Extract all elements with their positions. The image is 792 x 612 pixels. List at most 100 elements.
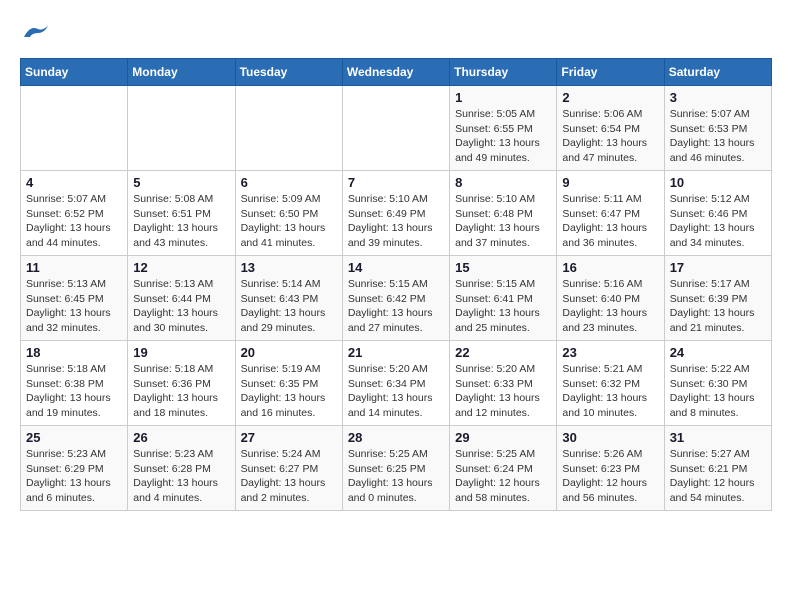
day-number: 5: [133, 175, 229, 190]
calendar-cell: [21, 86, 128, 171]
day-number: 29: [455, 430, 551, 445]
calendar-cell: 20 Sunrise: 5:19 AM Sunset: 6:35 PM Dayli…: [235, 341, 342, 426]
calendar-body: 1 Sunrise: 5:05 AM Sunset: 6:55 PM Daylig…: [21, 86, 772, 511]
calendar-cell: 6 Sunrise: 5:09 AM Sunset: 6:50 PM Daylig…: [235, 171, 342, 256]
day-number: 1: [455, 90, 551, 105]
calendar-cell: 16Sunrise: 5:16 AM Sunset: 6:40 PM Dayli…: [557, 256, 664, 341]
day-number: 20: [241, 345, 337, 360]
day-info: Sunrise: 5:15 AM Sunset: 6:41 PM Dayligh…: [455, 277, 551, 336]
calendar-cell: 23Sunrise: 5:21 AM Sunset: 6:32 PM Dayli…: [557, 341, 664, 426]
day-number: 17: [670, 260, 766, 275]
day-number: 6: [241, 175, 337, 190]
day-number: 2: [562, 90, 658, 105]
logo: [20, 20, 50, 42]
day-number: 11: [26, 260, 122, 275]
day-info: Sunrise: 5:05 AM Sunset: 6:55 PM Dayligh…: [455, 107, 551, 166]
calendar-cell: 2 Sunrise: 5:06 AM Sunset: 6:54 PM Daylig…: [557, 86, 664, 171]
day-info: Sunrise: 5:07 AM Sunset: 6:53 PM Dayligh…: [670, 107, 766, 166]
calendar-cell: 5 Sunrise: 5:08 AM Sunset: 6:51 PM Daylig…: [128, 171, 235, 256]
day-number: 26: [133, 430, 229, 445]
day-number: 25: [26, 430, 122, 445]
calendar-cell: 12Sunrise: 5:13 AM Sunset: 6:44 PM Dayli…: [128, 256, 235, 341]
day-number: 4: [26, 175, 122, 190]
calendar-cell: [235, 86, 342, 171]
day-info: Sunrise: 5:11 AM Sunset: 6:47 PM Dayligh…: [562, 192, 658, 251]
calendar-cell: 27 Sunrise: 5:24 AM Sunset: 6:27 PM Dayli…: [235, 426, 342, 511]
day-number: 9: [562, 175, 658, 190]
day-number: 15: [455, 260, 551, 275]
calendar-week-row: 4Sunrise: 5:07 AM Sunset: 6:52 PM Daylig…: [21, 171, 772, 256]
day-number: 18: [26, 345, 122, 360]
day-info: Sunrise: 5:20 AM Sunset: 6:34 PM Dayligh…: [348, 362, 444, 421]
calendar-cell: 1 Sunrise: 5:05 AM Sunset: 6:55 PM Daylig…: [450, 86, 557, 171]
day-info: Sunrise: 5:25 AM Sunset: 6:25 PM Dayligh…: [348, 447, 444, 506]
day-info: Sunrise: 5:20 AM Sunset: 6:33 PM Dayligh…: [455, 362, 551, 421]
day-number: 21: [348, 345, 444, 360]
calendar-cell: 14 Sunrise: 5:15 AM Sunset: 6:42 PM Dayli…: [342, 256, 449, 341]
day-number: 14: [348, 260, 444, 275]
calendar-cell: 7 Sunrise: 5:10 AM Sunset: 6:49 PM Daylig…: [342, 171, 449, 256]
day-info: Sunrise: 5:19 AM Sunset: 6:35 PM Dayligh…: [241, 362, 337, 421]
calendar-cell: 26 Sunrise: 5:23 AM Sunset: 6:28 PM Dayli…: [128, 426, 235, 511]
calendar-cell: 3 Sunrise: 5:07 AM Sunset: 6:53 PM Daylig…: [664, 86, 771, 171]
calendar-week-row: 11 Sunrise: 5:13 AM Sunset: 6:45 PM Dayli…: [21, 256, 772, 341]
day-info: Sunrise: 5:14 AM Sunset: 6:43 PM Dayligh…: [241, 277, 337, 336]
day-number: 3: [670, 90, 766, 105]
calendar-cell: [128, 86, 235, 171]
day-info: Sunrise: 5:09 AM Sunset: 6:50 PM Dayligh…: [241, 192, 337, 251]
day-number: 12: [133, 260, 229, 275]
calendar-cell: 28 Sunrise: 5:25 AM Sunset: 6:25 PM Dayli…: [342, 426, 449, 511]
day-number: 10: [670, 175, 766, 190]
day-info: Sunrise: 5:22 AM Sunset: 6:30 PM Dayligh…: [670, 362, 766, 421]
day-info: Sunrise: 5:21 AM Sunset: 6:32 PM Dayligh…: [562, 362, 658, 421]
calendar-cell: 8Sunrise: 5:10 AM Sunset: 6:48 PM Daylig…: [450, 171, 557, 256]
day-number: 31: [670, 430, 766, 445]
calendar-cell: 17 Sunrise: 5:17 AM Sunset: 6:39 PM Dayli…: [664, 256, 771, 341]
day-info: Sunrise: 5:18 AM Sunset: 6:36 PM Dayligh…: [133, 362, 229, 421]
day-info: Sunrise: 5:12 AM Sunset: 6:46 PM Dayligh…: [670, 192, 766, 251]
calendar-cell: 13 Sunrise: 5:14 AM Sunset: 6:43 PM Dayli…: [235, 256, 342, 341]
calendar-week-row: 25 Sunrise: 5:23 AM Sunset: 6:29 PM Dayli…: [21, 426, 772, 511]
day-info: Sunrise: 5:25 AM Sunset: 6:24 PM Dayligh…: [455, 447, 551, 506]
day-info: Sunrise: 5:13 AM Sunset: 6:45 PM Dayligh…: [26, 277, 122, 336]
day-number: 22: [455, 345, 551, 360]
weekday-header: Saturday: [664, 59, 771, 86]
calendar-cell: 25 Sunrise: 5:23 AM Sunset: 6:29 PM Dayli…: [21, 426, 128, 511]
calendar-week-row: 18Sunrise: 5:18 AM Sunset: 6:38 PM Dayli…: [21, 341, 772, 426]
day-info: Sunrise: 5:15 AM Sunset: 6:42 PM Dayligh…: [348, 277, 444, 336]
day-number: 13: [241, 260, 337, 275]
day-number: 7: [348, 175, 444, 190]
day-info: Sunrise: 5:24 AM Sunset: 6:27 PM Dayligh…: [241, 447, 337, 506]
calendar-cell: 4Sunrise: 5:07 AM Sunset: 6:52 PM Daylig…: [21, 171, 128, 256]
calendar-cell: 18Sunrise: 5:18 AM Sunset: 6:38 PM Dayli…: [21, 341, 128, 426]
weekday-header: Tuesday: [235, 59, 342, 86]
day-info: Sunrise: 5:16 AM Sunset: 6:40 PM Dayligh…: [562, 277, 658, 336]
calendar-cell: 9 Sunrise: 5:11 AM Sunset: 6:47 PM Daylig…: [557, 171, 664, 256]
day-info: Sunrise: 5:10 AM Sunset: 6:49 PM Dayligh…: [348, 192, 444, 251]
day-number: 28: [348, 430, 444, 445]
weekday-header: Monday: [128, 59, 235, 86]
weekday-header: Wednesday: [342, 59, 449, 86]
day-info: Sunrise: 5:26 AM Sunset: 6:23 PM Dayligh…: [562, 447, 658, 506]
calendar-week-row: 1 Sunrise: 5:05 AM Sunset: 6:55 PM Daylig…: [21, 86, 772, 171]
logo-bird-icon: [22, 23, 50, 41]
calendar-cell: 22 Sunrise: 5:20 AM Sunset: 6:33 PM Dayli…: [450, 341, 557, 426]
calendar-cell: 31Sunrise: 5:27 AM Sunset: 6:21 PM Dayli…: [664, 426, 771, 511]
day-info: Sunrise: 5:17 AM Sunset: 6:39 PM Dayligh…: [670, 277, 766, 336]
day-info: Sunrise: 5:08 AM Sunset: 6:51 PM Dayligh…: [133, 192, 229, 251]
day-number: 30: [562, 430, 658, 445]
weekday-header: Friday: [557, 59, 664, 86]
weekday-header: Sunday: [21, 59, 128, 86]
calendar-cell: 30 Sunrise: 5:26 AM Sunset: 6:23 PM Dayli…: [557, 426, 664, 511]
calendar-table: SundayMondayTuesdayWednesdayThursdayFrid…: [20, 58, 772, 511]
calendar-cell: 15 Sunrise: 5:15 AM Sunset: 6:41 PM Dayli…: [450, 256, 557, 341]
day-info: Sunrise: 5:23 AM Sunset: 6:29 PM Dayligh…: [26, 447, 122, 506]
day-info: Sunrise: 5:23 AM Sunset: 6:28 PM Dayligh…: [133, 447, 229, 506]
day-info: Sunrise: 5:06 AM Sunset: 6:54 PM Dayligh…: [562, 107, 658, 166]
calendar-cell: 21 Sunrise: 5:20 AM Sunset: 6:34 PM Dayli…: [342, 341, 449, 426]
day-number: 8: [455, 175, 551, 190]
day-number: 24: [670, 345, 766, 360]
day-number: 27: [241, 430, 337, 445]
calendar-cell: 11 Sunrise: 5:13 AM Sunset: 6:45 PM Dayli…: [21, 256, 128, 341]
calendar-cell: 24 Sunrise: 5:22 AM Sunset: 6:30 PM Dayli…: [664, 341, 771, 426]
